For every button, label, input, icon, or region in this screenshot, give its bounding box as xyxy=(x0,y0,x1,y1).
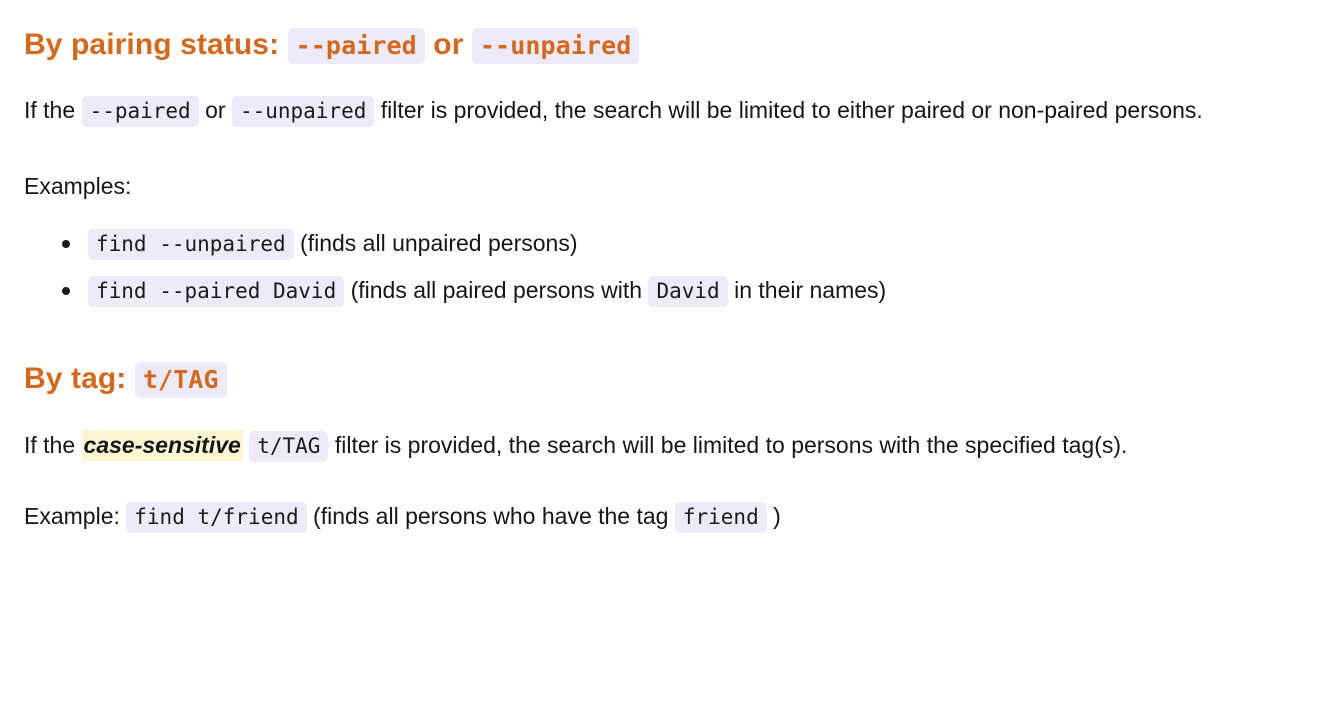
inline-code-friend: friend xyxy=(674,501,767,533)
by-tag-example-line: Example: find t/friend (finds all person… xyxy=(24,493,1302,541)
list-item: find --paired David (finds all paired pe… xyxy=(54,267,1302,314)
case-sensitive-highlight: case-sensitive xyxy=(81,429,243,461)
paragraph-text-1: If the xyxy=(24,97,76,124)
example-description-after: in their names) xyxy=(734,277,887,304)
heading-code-unpaired: --unpaired xyxy=(471,28,640,64)
section-heading-pairing-status: By pairing status: --paired or --unpaire… xyxy=(24,26,1302,64)
example-text-after: ) xyxy=(773,502,781,529)
example-code-find-unpaired: find --unpaired xyxy=(88,229,294,261)
inline-code-unpaired: --unpaired xyxy=(231,96,375,128)
tag-paragraph-text-1: If the xyxy=(24,431,76,458)
examples-label: Examples: xyxy=(24,173,132,200)
example-description-before: (finds all paired persons with xyxy=(350,277,643,304)
example-description: (finds all unpaired persons) xyxy=(300,230,578,257)
example-text-before: (finds all persons who have the tag xyxy=(313,502,669,529)
inline-code-david: David xyxy=(648,276,728,308)
by-tag-paragraph: If the case-sensitive t/TAG filter is pr… xyxy=(24,422,1302,470)
heading-code-paired: --paired xyxy=(287,28,425,64)
heading-text-prefix: By pairing status: xyxy=(24,28,280,61)
tag-paragraph-text-2: filter is provided, the search will be l… xyxy=(334,431,1128,458)
example-code-find-paired-david: find --paired David xyxy=(88,276,345,308)
list-item: find --unpaired (finds all unpaired pers… xyxy=(54,220,1302,267)
documentation-page: By pairing status: --paired or --unpaire… xyxy=(0,0,1326,716)
inline-code-tag: t/TAG xyxy=(249,430,329,462)
section-heading-by-tag: By tag: t/TAG xyxy=(24,360,1302,399)
heading-code-tag: t/TAG xyxy=(134,362,227,399)
inline-code-paired: --paired xyxy=(81,96,199,128)
pairing-status-paragraph: If the --paired or --unpaired filter is … xyxy=(24,87,1302,135)
example-label: Example: xyxy=(24,502,120,529)
paragraph-text-2: or xyxy=(205,97,226,124)
examples-list: find --unpaired (finds all unpaired pers… xyxy=(24,220,1302,314)
paragraph-text-3: filter is provided, the search will be l… xyxy=(380,97,1203,124)
example-code-find-tag-friend: find t/friend xyxy=(126,501,307,533)
heading-text-prefix-tag: By tag: xyxy=(24,362,127,396)
heading-conjunction: or xyxy=(433,28,464,61)
